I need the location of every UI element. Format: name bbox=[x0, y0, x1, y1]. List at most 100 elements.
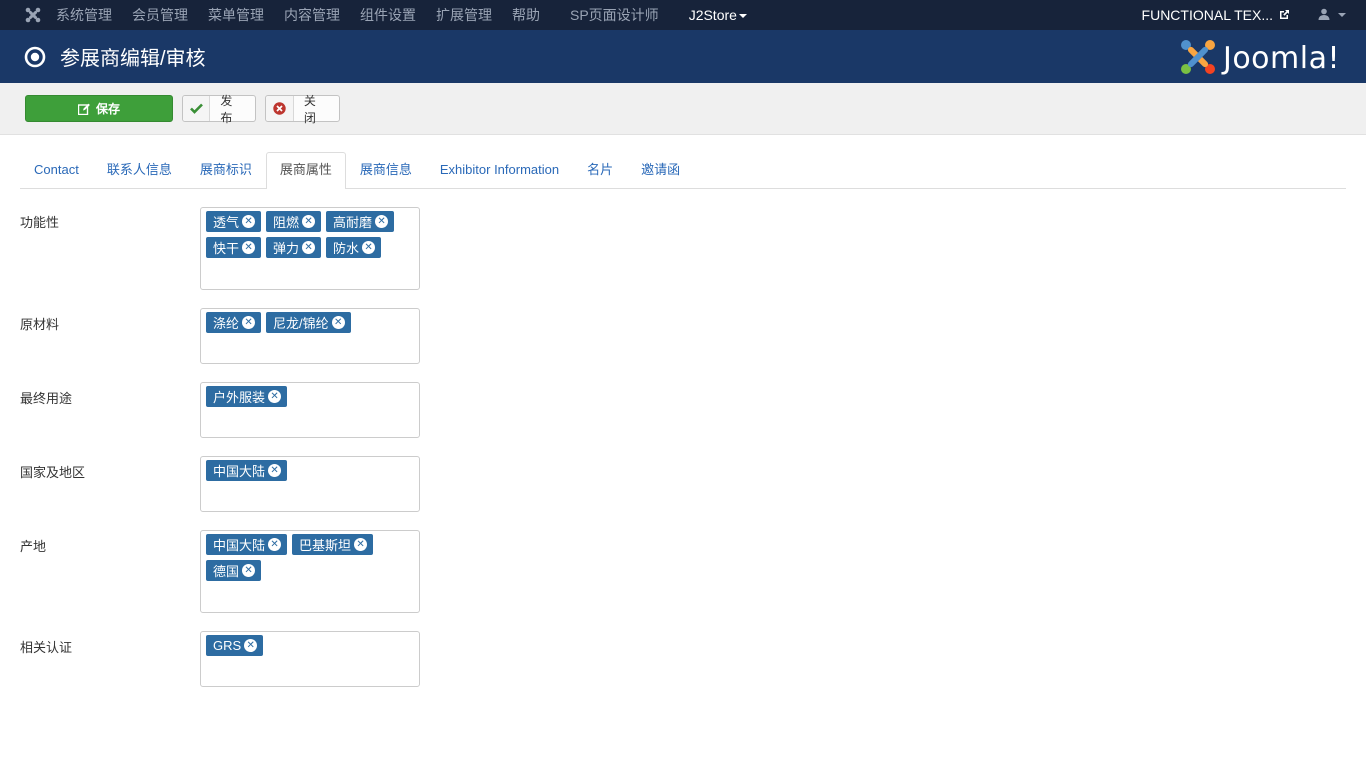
tag-input-certification[interactable]: GRS ✕ bbox=[200, 631, 420, 687]
tag-label: 防水 bbox=[333, 241, 360, 256]
tag: 巴基斯坦 ✕ bbox=[292, 534, 374, 555]
publish-label: 发布 bbox=[220, 93, 233, 125]
tag: 涤纶 ✕ bbox=[206, 312, 262, 333]
remove-tag-icon[interactable]: ✕ bbox=[268, 390, 282, 403]
tag-label: 快干 bbox=[213, 241, 240, 256]
remove-tag-icon[interactable]: ✕ bbox=[302, 241, 316, 254]
tab-exhibitor-logo[interactable]: 展商标识 bbox=[186, 152, 266, 188]
remove-tag-icon[interactable]: ✕ bbox=[242, 564, 256, 577]
menu-help[interactable]: 帮助 bbox=[512, 0, 540, 30]
menu-users[interactable]: 会员管理 bbox=[132, 0, 188, 30]
tag-label: 尼龙/锦纶 bbox=[273, 316, 329, 331]
tag-input-origin[interactable]: 中国大陆 ✕ 巴基斯坦 ✕ 德国 ✕ bbox=[200, 530, 420, 613]
tag: 高耐磨 ✕ bbox=[326, 211, 395, 232]
menu-menus[interactable]: 菜单管理 bbox=[208, 0, 264, 30]
tag: 弹力 ✕ bbox=[266, 237, 322, 258]
tag-list: 涤纶 ✕ 尼龙/锦纶 ✕ bbox=[206, 312, 414, 338]
remove-tag-icon[interactable]: ✕ bbox=[242, 316, 256, 329]
field-label-material: 原材料 bbox=[20, 317, 60, 332]
user-menu[interactable] bbox=[1318, 8, 1346, 23]
tag: 尼龙/锦纶 ✕ bbox=[266, 312, 351, 333]
save-label: 保存 bbox=[95, 102, 120, 116]
check-icon bbox=[183, 96, 211, 121]
tag: 快干 ✕ bbox=[206, 237, 262, 258]
tab-exhibitor-attributes[interactable]: 展商属性 bbox=[265, 152, 346, 189]
tag-label: 户外服装 bbox=[213, 390, 266, 405]
tab-exhibitor-information-en[interactable]: Exhibitor Information bbox=[426, 152, 573, 188]
joomla-menu-icon[interactable] bbox=[18, 0, 48, 30]
page-header: 参展商编辑/审核 Joomla! bbox=[0, 30, 1366, 83]
close-circle-icon bbox=[266, 96, 294, 121]
tab-contact[interactable]: Contact bbox=[20, 152, 93, 188]
menu-extensions[interactable]: 扩展管理 bbox=[436, 0, 492, 30]
tag-list: 中国大陆 ✕ 巴基斯坦 ✕ 德国 ✕ bbox=[206, 534, 414, 586]
menu-components[interactable]: 组件设置 bbox=[360, 0, 416, 30]
tag-input-end-use[interactable]: 户外服装 ✕ bbox=[200, 382, 420, 438]
menu-j2store[interactable]: J2Store bbox=[689, 0, 747, 30]
tag: GRS ✕ bbox=[206, 635, 264, 656]
tab-invitation[interactable]: 邀请函 bbox=[627, 152, 694, 188]
remove-tag-icon[interactable]: ✕ bbox=[362, 241, 376, 254]
tab-exhibitor-info[interactable]: 展商信息 bbox=[346, 152, 426, 188]
remove-tag-icon[interactable]: ✕ bbox=[375, 215, 389, 228]
tag-label: GRS bbox=[213, 638, 242, 653]
remove-tag-icon[interactable]: ✕ bbox=[242, 241, 256, 254]
remove-tag-icon[interactable]: ✕ bbox=[302, 215, 316, 228]
tag-list: GRS ✕ bbox=[206, 635, 414, 661]
remove-tag-icon[interactable]: ✕ bbox=[268, 538, 282, 551]
target-icon bbox=[24, 46, 46, 68]
remove-tag-icon[interactable]: ✕ bbox=[244, 639, 258, 652]
chevron-down-icon bbox=[1338, 13, 1346, 17]
tag-label: 高耐磨 bbox=[333, 215, 373, 230]
tag-label: 德国 bbox=[213, 564, 240, 579]
joomla-brand: Joomla! bbox=[1179, 38, 1340, 79]
tag-list: 中国大陆 ✕ bbox=[206, 460, 414, 486]
menu-sp-page-builder[interactable]: SP页面设计师 bbox=[570, 0, 659, 30]
remove-tag-icon[interactable]: ✕ bbox=[268, 464, 282, 477]
publish-button[interactable]: 发布 bbox=[182, 94, 256, 125]
tag-input-material[interactable]: 涤纶 ✕ 尼龙/锦纶 ✕ bbox=[200, 308, 420, 364]
tag: 透气 ✕ bbox=[206, 211, 262, 232]
chevron-down-icon bbox=[738, 14, 747, 19]
tag-label: 弹力 bbox=[273, 241, 300, 256]
tag-input-country[interactable]: 中国大陆 ✕ bbox=[200, 456, 420, 512]
external-link-icon bbox=[1279, 7, 1290, 23]
field-label-origin: 产地 bbox=[20, 539, 47, 554]
tag-input-function[interactable]: 透气 ✕ 阻燃 ✕ 高耐磨 ✕ 快干 ✕ 弹力 ✕ 防水 ✕ bbox=[200, 207, 420, 290]
tab-business-card[interactable]: 名片 bbox=[573, 152, 627, 188]
tag-list: 户外服装 ✕ bbox=[206, 386, 414, 412]
tag-label: 涤纶 bbox=[213, 316, 240, 331]
field-label-function: 功能性 bbox=[20, 215, 60, 230]
tab-contact-info[interactable]: 联系人信息 bbox=[93, 152, 186, 188]
menu-content[interactable]: 内容管理 bbox=[284, 0, 340, 30]
field-label-end-use: 最终用途 bbox=[20, 391, 73, 406]
joomla-logo-icon bbox=[1179, 38, 1217, 79]
user-icon bbox=[1318, 8, 1330, 23]
field-label-country: 国家及地区 bbox=[20, 465, 86, 480]
tag: 户外服装 ✕ bbox=[206, 386, 288, 407]
remove-tag-icon[interactable]: ✕ bbox=[331, 316, 345, 329]
menu-system[interactable]: 系统管理 bbox=[56, 0, 112, 30]
edit-icon bbox=[77, 103, 90, 115]
toolbar: 保存 发布 关闭 bbox=[0, 83, 1366, 135]
save-button[interactable]: 保存 bbox=[25, 95, 173, 122]
remove-tag-icon[interactable]: ✕ bbox=[242, 215, 256, 228]
tag: 阻燃 ✕ bbox=[266, 211, 322, 232]
tag-label: 巴基斯坦 bbox=[299, 538, 352, 553]
site-link[interactable]: FUNCTIONAL TEX... bbox=[1142, 7, 1290, 23]
tab-bar: Contact 联系人信息 展商标识 展商属性 展商信息 Exhibitor I… bbox=[20, 152, 1346, 189]
joomla-wordmark: Joomla! bbox=[1222, 41, 1340, 76]
tag-label: 中国大陆 bbox=[213, 538, 266, 553]
close-button[interactable]: 关闭 bbox=[265, 94, 340, 125]
remove-tag-icon[interactable]: ✕ bbox=[354, 538, 368, 551]
menu-j2store-label: J2Store bbox=[688, 7, 737, 23]
main-menu: 系统管理 会员管理 菜单管理 内容管理 组件设置 扩展管理 帮助 SP页面设计师… bbox=[56, 0, 767, 30]
tag-label: 阻燃 bbox=[273, 215, 300, 230]
field-label-certification: 相关认证 bbox=[20, 640, 73, 655]
tag-list: 透气 ✕ 阻燃 ✕ 高耐磨 ✕ 快干 ✕ 弹力 ✕ 防水 ✕ bbox=[206, 211, 414, 263]
top-right-area: FUNCTIONAL TEX... bbox=[1142, 0, 1366, 30]
tag-label: 中国大陆 bbox=[213, 464, 266, 479]
page-title: 参展商编辑/审核 bbox=[60, 48, 206, 70]
site-name: FUNCTIONAL TEX... bbox=[1141, 7, 1273, 23]
tag: 德国 ✕ bbox=[206, 560, 262, 581]
